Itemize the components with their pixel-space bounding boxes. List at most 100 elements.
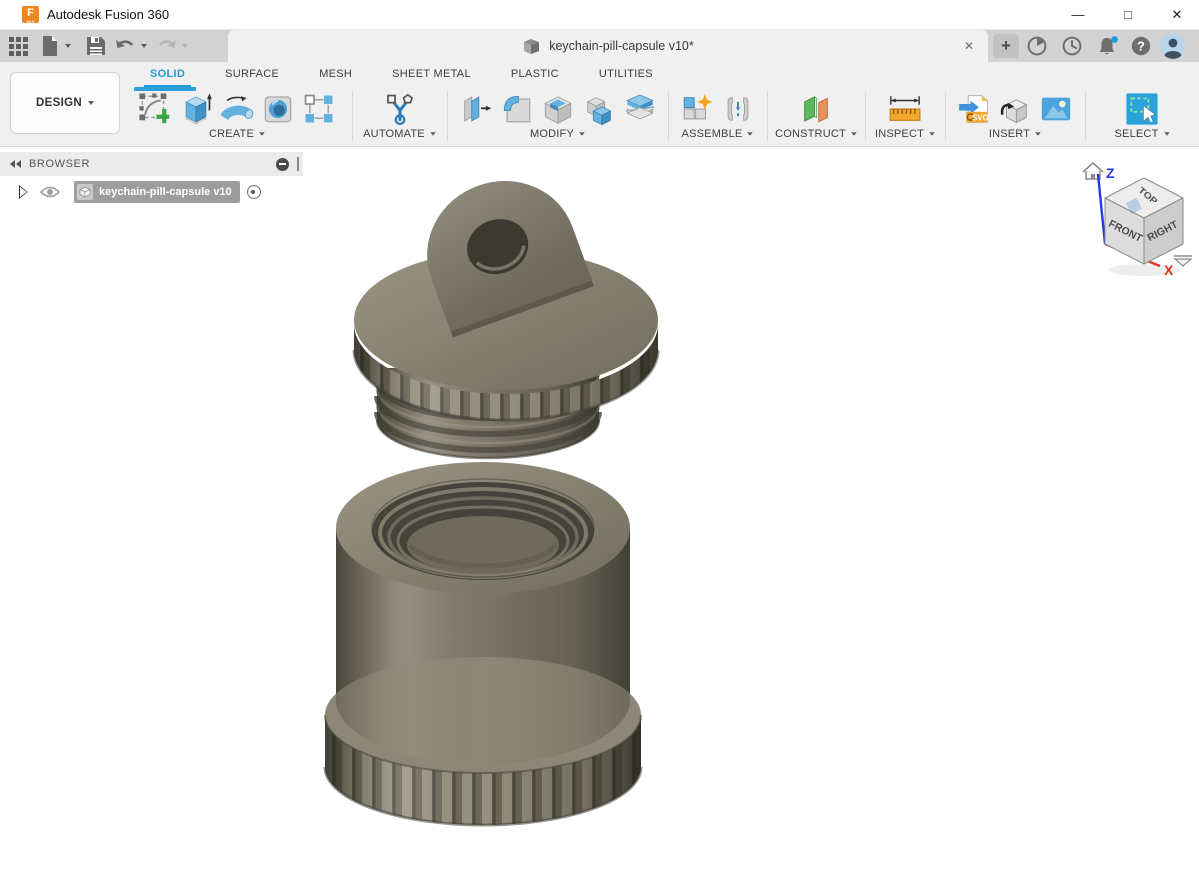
- panel-remove-icon[interactable]: [276, 157, 289, 171]
- hole-button[interactable]: [260, 91, 296, 127]
- notifications-button[interactable]: [1096, 35, 1118, 57]
- model-canvas[interactable]: BROWSER keychain-pill-capsule v10 Z X TO…: [0, 147, 1199, 880]
- title-bar: F 360 Autodesk Fusion 360 — □ ✕: [0, 0, 1199, 30]
- app-grid-icon[interactable]: [6, 34, 30, 58]
- document-tab[interactable]: keychain-pill-capsule v10* ✕: [228, 30, 988, 62]
- component-item-chip[interactable]: keychain-pill-capsule v10: [74, 181, 240, 203]
- undo-icon: [116, 40, 134, 48]
- toolbar: CREATE AUTOMATE MODIFY ASSEMBLE CONSTRUC…: [0, 87, 1199, 146]
- minimize-button[interactable]: —: [1056, 0, 1100, 30]
- fusion360-window: F 360 Autodesk Fusion 360 — □ ✕ keychain…: [0, 0, 1199, 880]
- component-cube-icon: [77, 184, 93, 200]
- measure-button[interactable]: [885, 91, 925, 127]
- group-create-label[interactable]: CREATE: [209, 128, 254, 140]
- svg-text:SVG: SVG: [972, 113, 989, 122]
- browser-tree-item[interactable]: keychain-pill-capsule v10: [0, 180, 261, 204]
- visibility-eye-icon[interactable]: [40, 185, 60, 199]
- file-menu-caret[interactable]: [62, 34, 74, 58]
- construct-plane-button[interactable]: [798, 91, 834, 127]
- new-component-icon: [683, 94, 713, 120]
- split-body-button[interactable]: [622, 91, 658, 127]
- redo-button[interactable]: [155, 34, 179, 58]
- new-component-button[interactable]: [679, 91, 715, 127]
- tab-solid[interactable]: SOLID: [130, 62, 205, 88]
- group-select-label[interactable]: SELECT: [1115, 128, 1159, 140]
- press-pull-button[interactable]: [458, 91, 494, 127]
- tab-mesh[interactable]: MESH: [299, 62, 372, 88]
- group-construct: CONSTRUCT: [767, 88, 865, 146]
- group-automate: AUTOMATE: [352, 88, 447, 146]
- insert-svg-button[interactable]: SVG: [956, 91, 992, 127]
- group-inspect-label[interactable]: INSPECT: [875, 128, 924, 140]
- shell-button[interactable]: [540, 91, 576, 127]
- logo-sub: 360: [26, 19, 35, 24]
- group-modify: MODIFY: [447, 88, 668, 146]
- save-button[interactable]: [84, 34, 108, 58]
- extensions-button[interactable]: [1026, 35, 1048, 57]
- measure-icon: [889, 96, 921, 121]
- help-button[interactable]: ?: [1130, 35, 1152, 57]
- select-button[interactable]: [1124, 91, 1160, 127]
- revolve-button[interactable]: [219, 91, 255, 127]
- insert-svg-icon: SVG: [959, 94, 989, 124]
- undo-button[interactable]: [113, 34, 137, 58]
- tab-plastic[interactable]: PLASTIC: [491, 62, 579, 88]
- browser-header: BROWSER: [0, 152, 303, 176]
- ribbon-tab-bar: SOLID SURFACE MESH SHEET METAL PLASTIC U…: [130, 62, 673, 88]
- model-cap[interactable]: [352, 160, 660, 460]
- job-status-button[interactable]: [1061, 35, 1083, 57]
- panel-collapse-icon[interactable]: [10, 160, 21, 168]
- view-cube[interactable]: Z X TOP FRONT RIGHT: [1072, 152, 1199, 280]
- extensions-icon: [1027, 36, 1047, 56]
- combine-button[interactable]: [581, 91, 617, 127]
- panel-resize-handle[interactable]: [297, 157, 299, 171]
- x-axis-label: X: [1164, 262, 1174, 278]
- maximize-button[interactable]: □: [1106, 0, 1150, 30]
- fillet-button[interactable]: [499, 91, 535, 127]
- file-menu-button[interactable]: [38, 34, 62, 58]
- automate-button[interactable]: [382, 91, 418, 127]
- ribbon: SOLID SURFACE MESH SHEET METAL PLASTIC U…: [0, 62, 1199, 147]
- expand-caret-icon[interactable]: [19, 185, 28, 199]
- shell-icon: [543, 96, 572, 124]
- tab-close-icon[interactable]: ✕: [960, 37, 978, 55]
- tab-sheet-metal[interactable]: SHEET METAL: [372, 62, 491, 88]
- derive-button[interactable]: [997, 91, 1033, 127]
- close-button[interactable]: ✕: [1155, 0, 1199, 30]
- joint-icon: [727, 97, 749, 121]
- joint-button[interactable]: [720, 91, 756, 127]
- home-icon[interactable]: [1082, 161, 1104, 180]
- browser-title: BROWSER: [29, 158, 91, 170]
- redo-icon: [158, 40, 176, 48]
- extrude-button[interactable]: [178, 91, 214, 127]
- z-axis-line: [1096, 173, 1107, 245]
- press-pull-icon: [463, 96, 491, 122]
- new-tab-button[interactable]: +: [993, 34, 1019, 58]
- group-insert-label[interactable]: INSERT: [989, 128, 1030, 140]
- undo-caret[interactable]: [138, 34, 150, 58]
- model-3d-view[interactable]: [0, 147, 1199, 880]
- model-body[interactable]: [323, 462, 643, 827]
- clock-icon: [1062, 36, 1082, 56]
- combine-icon: [586, 97, 611, 126]
- avatar-icon: [1160, 33, 1186, 59]
- canvas-image-icon: [1041, 97, 1071, 121]
- fillet-icon: [503, 95, 530, 123]
- automate-icon: [386, 93, 413, 126]
- viewcube-menu-icon[interactable]: [1173, 255, 1193, 267]
- document-cube-icon: [524, 38, 540, 54]
- group-automate-label[interactable]: AUTOMATE: [363, 128, 425, 140]
- group-assemble-label[interactable]: ASSEMBLE: [682, 128, 743, 140]
- activate-component-radio[interactable]: [246, 185, 261, 199]
- tab-surface[interactable]: SURFACE: [205, 62, 299, 88]
- create-sketch-button[interactable]: [137, 91, 173, 127]
- pattern-button[interactable]: [301, 91, 337, 127]
- group-construct-label[interactable]: CONSTRUCT: [775, 128, 846, 140]
- rectangular-pattern-icon: [304, 94, 333, 123]
- group-modify-label[interactable]: MODIFY: [530, 128, 574, 140]
- redo-caret[interactable]: [179, 34, 191, 58]
- insert-derive-icon: [1000, 99, 1028, 124]
- canvas-button[interactable]: [1038, 91, 1074, 127]
- tab-utilities[interactable]: UTILITIES: [579, 62, 673, 88]
- user-avatar[interactable]: [1160, 33, 1186, 59]
